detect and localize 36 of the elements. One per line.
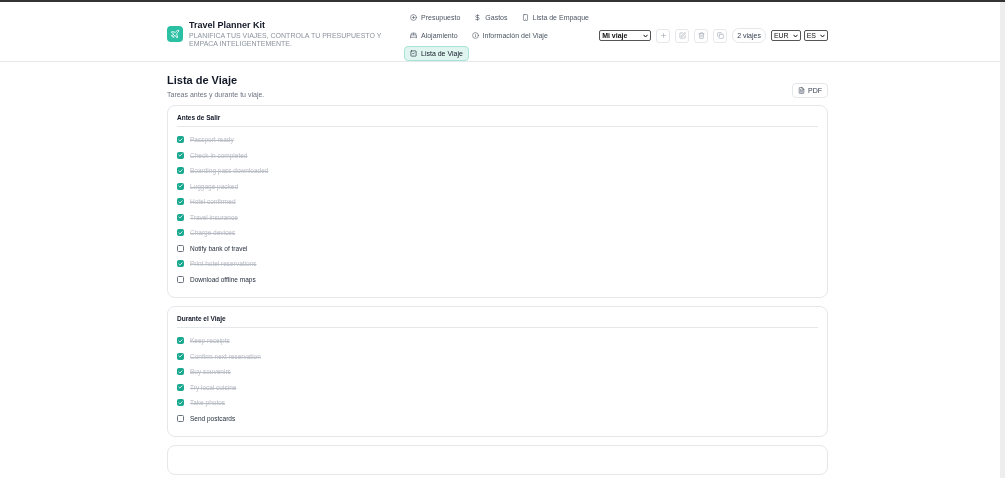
pencil-icon bbox=[678, 32, 686, 39]
info-icon bbox=[471, 32, 479, 39]
checkbox[interactable] bbox=[177, 151, 184, 159]
page-title: Lista de Viaje bbox=[167, 74, 239, 86]
checkbox[interactable] bbox=[177, 399, 184, 407]
app-title: Travel Planner Kit bbox=[189, 20, 266, 30]
checkbox-icon bbox=[410, 50, 417, 57]
trash-icon bbox=[697, 32, 705, 39]
copy-button[interactable] bbox=[713, 28, 728, 43]
checkbox[interactable] bbox=[177, 260, 184, 268]
checkbox[interactable] bbox=[177, 229, 184, 237]
caret-icon bbox=[643, 33, 649, 38]
checkbox[interactable] bbox=[177, 414, 184, 422]
checkbox[interactable] bbox=[177, 198, 184, 206]
checkbox[interactable] bbox=[177, 136, 184, 144]
plus-icon bbox=[659, 32, 667, 39]
checkbox[interactable] bbox=[177, 275, 184, 283]
phone-icon bbox=[521, 14, 529, 21]
caret-icon bbox=[792, 33, 798, 38]
add-button[interactable] bbox=[656, 28, 671, 43]
checkbox[interactable] bbox=[177, 368, 184, 376]
dollar-icon bbox=[474, 14, 482, 21]
checkbox[interactable] bbox=[177, 383, 184, 391]
plus-circle-icon bbox=[410, 14, 417, 21]
delete-button[interactable] bbox=[694, 28, 709, 43]
file-icon bbox=[798, 87, 805, 94]
checkbox[interactable] bbox=[177, 213, 184, 221]
checkbox[interactable] bbox=[177, 352, 184, 360]
caret-icon bbox=[820, 33, 825, 38]
checkbox[interactable] bbox=[177, 182, 184, 190]
plane-icon bbox=[167, 26, 183, 42]
checkbox[interactable] bbox=[177, 244, 184, 252]
checkbox[interactable] bbox=[177, 337, 184, 345]
checkbox[interactable] bbox=[177, 167, 184, 175]
bed-icon bbox=[410, 32, 417, 39]
copy-icon bbox=[716, 32, 724, 39]
